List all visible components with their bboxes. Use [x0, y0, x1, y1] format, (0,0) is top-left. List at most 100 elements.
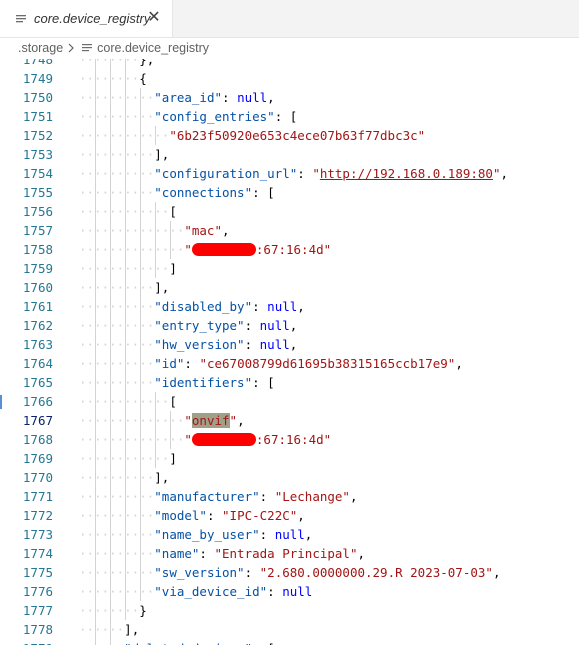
code-line[interactable]: 1760 ··········], [0, 278, 579, 297]
code-line[interactable]: 1772 ··········"model": "IPC-C22C", [0, 506, 579, 525]
code-line[interactable]: 1754 ··········"configuration_url": "http… [0, 164, 579, 183]
line-number: 1752 [22, 128, 53, 143]
line-number: 1759 [22, 261, 53, 276]
line-code: ··········], [79, 280, 170, 295]
line-number: 1768 [22, 432, 53, 447]
line-code: ······], [79, 622, 140, 637]
line-number: 1754 [22, 166, 53, 181]
indent-guide [140, 88, 142, 107]
code-line[interactable]: 1775 ··········"sw_version": "2.680.00000… [0, 563, 579, 582]
code-line[interactable]: 1751 ··········"config_entries": [ [0, 107, 579, 126]
indent-guide [125, 525, 127, 544]
line-code: ··········"config_entries": [ [79, 109, 298, 124]
indent-guide [155, 126, 157, 145]
code-line[interactable]: 1768 ··············":67:16:4d" [0, 430, 579, 449]
code-editor[interactable]: 1748 ········}, 1749 ········{1750 ·········… [0, 59, 579, 645]
indent-guide [110, 126, 112, 145]
code-line[interactable]: 1770 ··········], [0, 468, 579, 487]
tab-core-device-registry[interactable]: core.device_registry ✕ [0, 0, 173, 37]
code-line[interactable]: 1748 ········}, [0, 59, 579, 69]
indent-guide [110, 468, 112, 487]
indent-guide [140, 468, 142, 487]
line-code: ··········"sw_version": "2.680.0000000.2… [79, 565, 501, 580]
code-line[interactable]: 1762 ··········"entry_type": null, [0, 316, 579, 335]
indent-guide [125, 392, 127, 411]
code-line[interactable]: 1764 ··········"id": "ce67008799d61695b38… [0, 354, 579, 373]
line-number: 1765 [22, 375, 53, 390]
code-line[interactable]: 1766 ············[ [0, 392, 579, 411]
line-number: 1773 [22, 527, 53, 542]
indent-guide [140, 430, 142, 449]
code-line[interactable]: 1767 ··············"onvif", [0, 411, 579, 430]
line-number: 1758 [22, 242, 53, 257]
line-code: ··············":67:16:4d" [79, 242, 332, 257]
breadcrumb-folder[interactable]: .storage [18, 41, 63, 55]
code-line[interactable]: 1755 ··········"connections": [ [0, 183, 579, 202]
code-line[interactable]: 1750 ··········"area_id": null, [0, 88, 579, 107]
indent-guide [125, 278, 127, 297]
indent-guide [125, 354, 127, 373]
line-number: 1771 [22, 489, 53, 504]
indent-guide [110, 202, 112, 221]
indent-guide [170, 430, 172, 449]
code-line[interactable]: 1771 ··········"manufacturer": "Lechange"… [0, 487, 579, 506]
indent-guide [95, 639, 97, 645]
indent-guide [110, 259, 112, 278]
indent-guide [125, 601, 127, 620]
code-line[interactable]: 1761 ··········"disabled_by": null, [0, 297, 579, 316]
url-link[interactable]: http://192.168.0.189:80 [320, 166, 493, 181]
indent-guide [110, 601, 112, 620]
indent-guide [95, 69, 97, 88]
line-number: 1764 [22, 356, 53, 371]
code-line[interactable]: 1779 ······"deleted_devices": [ [0, 639, 579, 645]
indent-guide [170, 221, 172, 240]
code-line[interactable]: 1758 ··············":67:16:4d" [0, 240, 579, 259]
indent-guide [95, 620, 97, 639]
indent-guide [95, 183, 97, 202]
code-line[interactable]: 1749 ········{ [0, 69, 579, 88]
indent-guide [110, 183, 112, 202]
code-line[interactable]: 1773 ··········"name_by_user": null, [0, 525, 579, 544]
breadcrumb-file[interactable]: core.device_registry [97, 41, 209, 55]
code-line[interactable]: 1752 ············"6b23f50920e653c4ece07b6… [0, 126, 579, 145]
indent-guide [95, 506, 97, 525]
line-number: 1778 [22, 622, 53, 637]
code-line[interactable]: 1774 ··········"name": "Entrada Principal… [0, 544, 579, 563]
close-icon[interactable]: ✕ [146, 10, 162, 26]
line-code: ········{ [79, 71, 147, 86]
code-line[interactable]: 1759 ············] [0, 259, 579, 278]
line-number: 1777 [22, 603, 53, 618]
indent-guide [110, 354, 112, 373]
line-number: 1763 [22, 337, 53, 352]
code-line[interactable]: 1756 ············[ [0, 202, 579, 221]
indent-guide [125, 164, 127, 183]
code-line[interactable]: 1777 ········} [0, 601, 579, 620]
code-line[interactable]: 1765 ··········"identifiers": [ [0, 373, 579, 392]
indent-guide [95, 392, 97, 411]
code-line[interactable]: 1763 ··········"hw_version": null, [0, 335, 579, 354]
line-code: ··········"hw_version": null, [79, 337, 298, 352]
code-line[interactable]: 1753 ··········], [0, 145, 579, 164]
indent-guide [140, 335, 142, 354]
indent-guide [110, 59, 112, 69]
indent-guide [140, 240, 142, 259]
indent-guide [125, 145, 127, 164]
line-code: ········}, [79, 59, 155, 67]
file-lines-icon [16, 14, 26, 22]
indent-guide [95, 354, 97, 373]
line-code: ··········"manufacturer": "Lechange", [79, 489, 358, 504]
tab-bar: core.device_registry ✕ [0, 0, 579, 38]
code-line[interactable]: 1769 ············] [0, 449, 579, 468]
code-line[interactable]: 1757 ··············"mac", [0, 221, 579, 240]
indent-guide [110, 335, 112, 354]
indent-guide [125, 259, 127, 278]
indent-guide [125, 430, 127, 449]
line-code: ··········"name": "Entrada Principal", [79, 546, 366, 561]
line-code: ··········"configuration_url": "http://1… [79, 166, 509, 181]
indent-guide [110, 373, 112, 392]
indent-guide [140, 411, 142, 430]
code-line[interactable]: 1778 ······], [0, 620, 579, 639]
code-line[interactable]: 1776 ··········"via_device_id": null [0, 582, 579, 601]
indent-guide [110, 506, 112, 525]
indent-guide [95, 544, 97, 563]
